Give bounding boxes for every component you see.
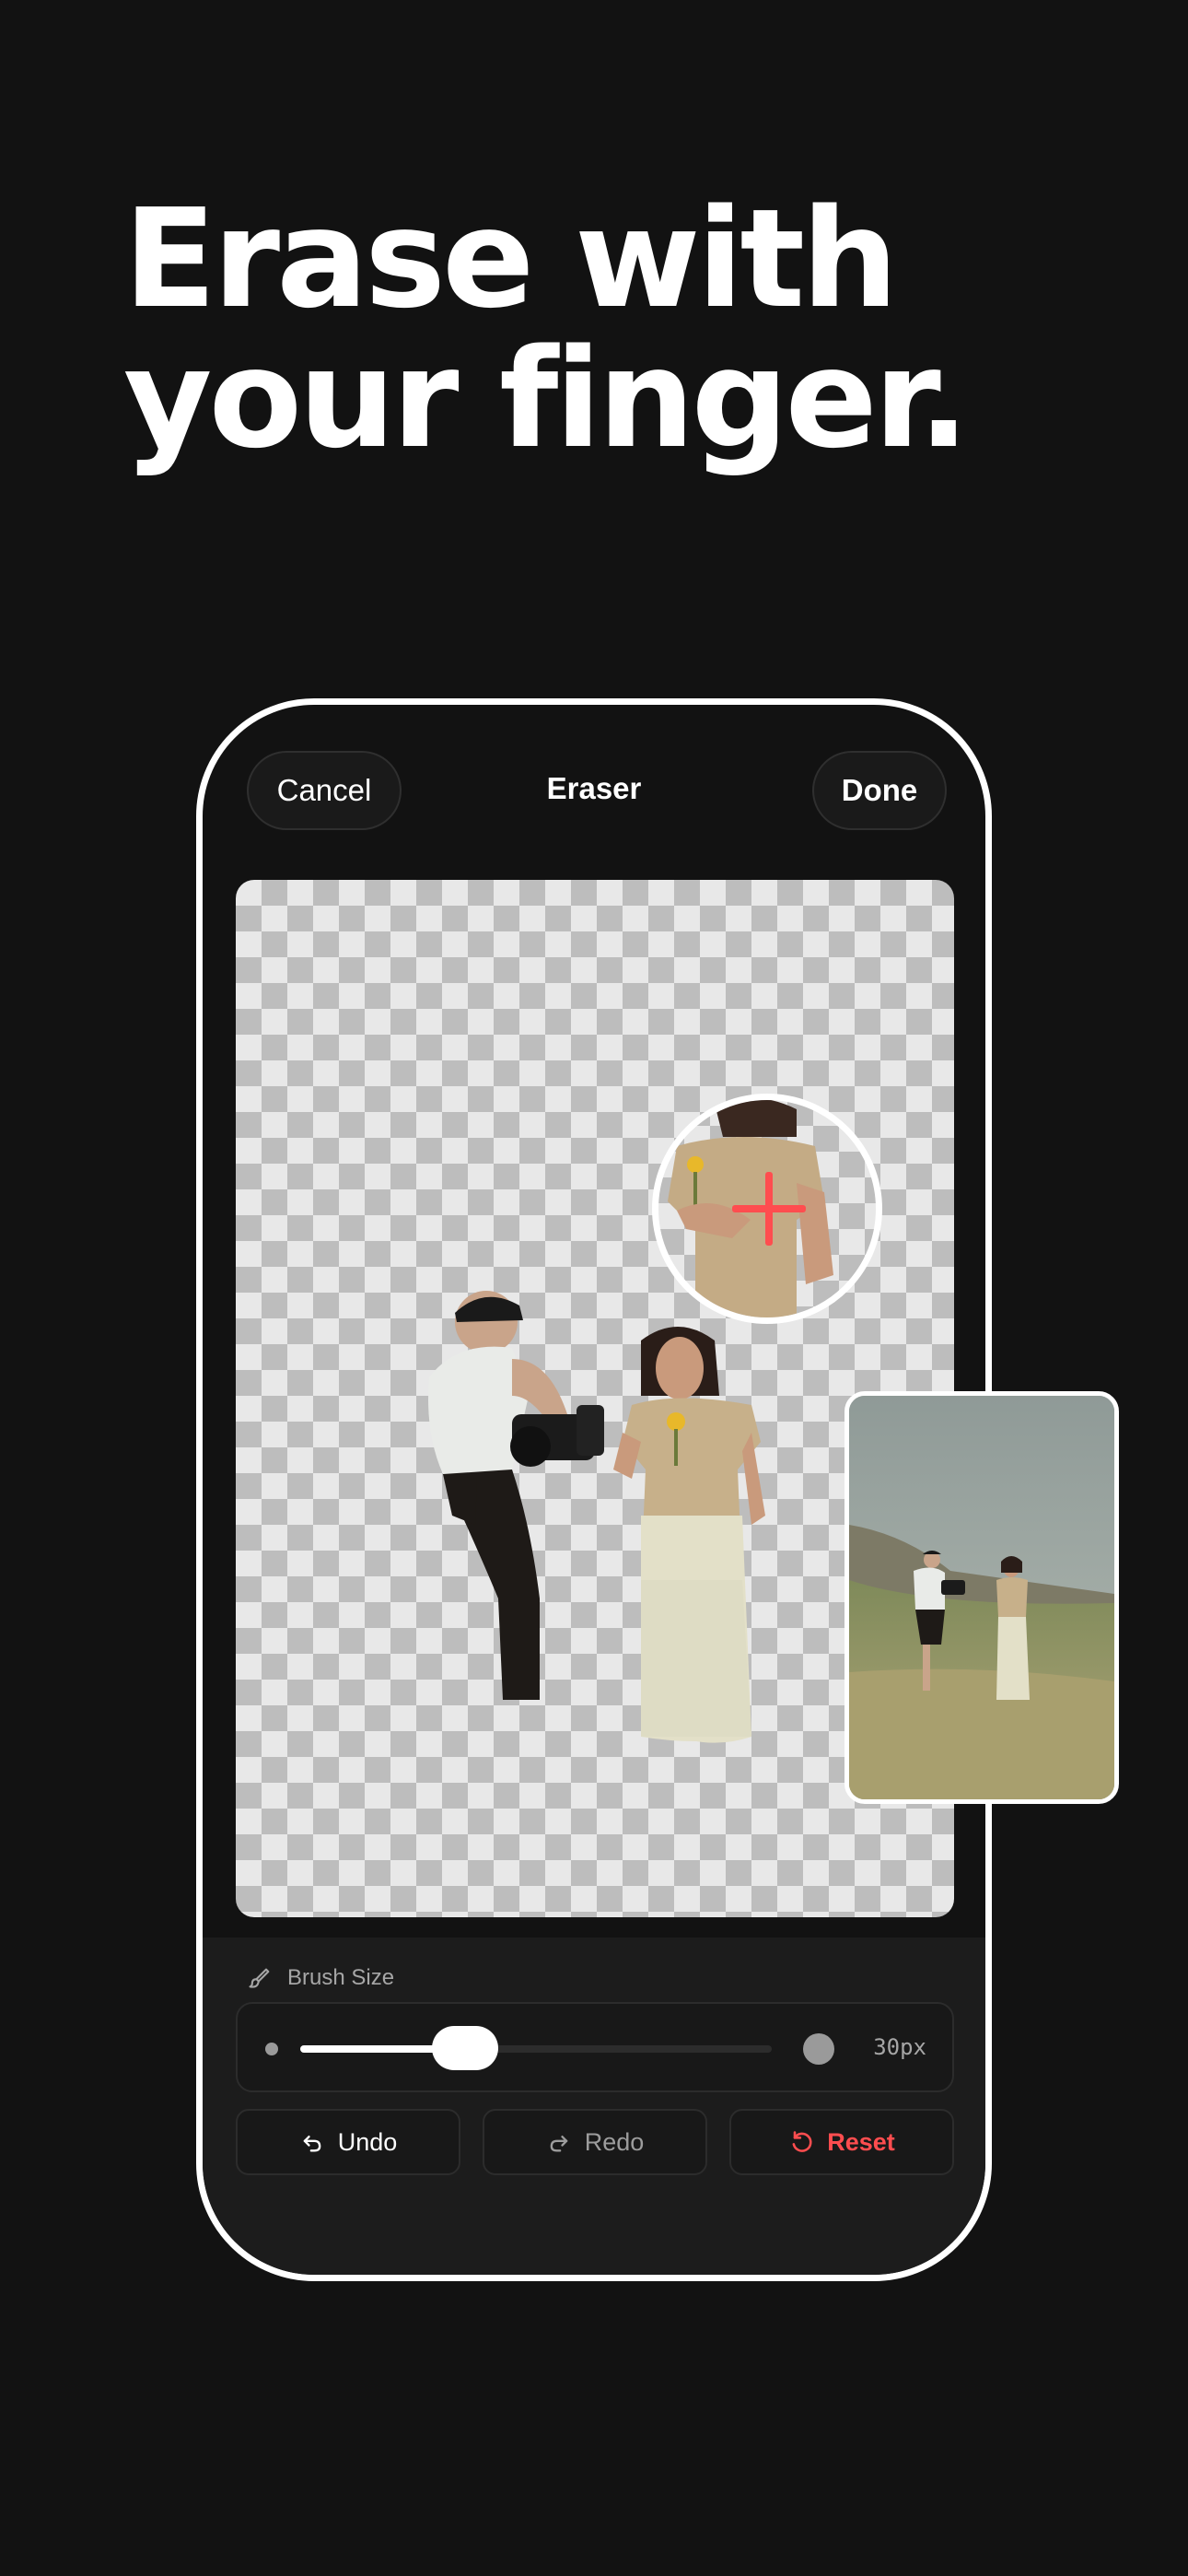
brush-size-label: Brush Size bbox=[247, 1965, 394, 1991]
reset-button[interactable]: Reset bbox=[729, 2109, 954, 2175]
brush-size-value: 30px bbox=[873, 2034, 926, 2060]
redo-button[interactable]: Redo bbox=[483, 2109, 707, 2175]
done-button[interactable]: Done bbox=[812, 751, 947, 830]
action-buttons: Undo Redo Reset bbox=[236, 2109, 954, 2175]
cameraman-cutout bbox=[428, 1291, 604, 1700]
max-size-indicator bbox=[803, 2033, 834, 2065]
woman-cutout bbox=[613, 1327, 765, 1743]
paintbrush-icon bbox=[249, 1968, 270, 1988]
headline: Erase with your finger. bbox=[123, 189, 1136, 469]
brush-size-slider[interactable] bbox=[300, 2026, 772, 2070]
redo-label: Redo bbox=[584, 2127, 645, 2156]
reset-label: Reset bbox=[827, 2127, 895, 2156]
brush-size-control: 30px bbox=[236, 2002, 954, 2092]
loupe-content bbox=[668, 1100, 833, 1317]
original-photo-thumbnail bbox=[844, 1391, 1119, 1804]
undo-label: Undo bbox=[337, 2127, 398, 2156]
undo-button[interactable]: Undo bbox=[236, 2109, 460, 2175]
rotate-ccw-icon bbox=[792, 2131, 812, 2152]
slider-thumb[interactable] bbox=[432, 2026, 499, 2070]
tool-panel: Brush Size 30px Undo Redo Reset bbox=[203, 1938, 985, 2275]
undo-arrow-icon bbox=[303, 2136, 321, 2152]
original-photo bbox=[849, 1396, 1114, 1799]
redo-arrow-icon bbox=[550, 2136, 568, 2152]
headline-line-2: your finger. bbox=[123, 320, 970, 478]
magnifier-loupe bbox=[652, 1094, 882, 1324]
nav-bar: Cancel Eraser Done bbox=[203, 705, 985, 871]
min-size-indicator bbox=[265, 2043, 278, 2055]
brush-size-text: Brush Size bbox=[287, 1965, 395, 1990]
headline-line-1: Erase with bbox=[123, 180, 899, 338]
